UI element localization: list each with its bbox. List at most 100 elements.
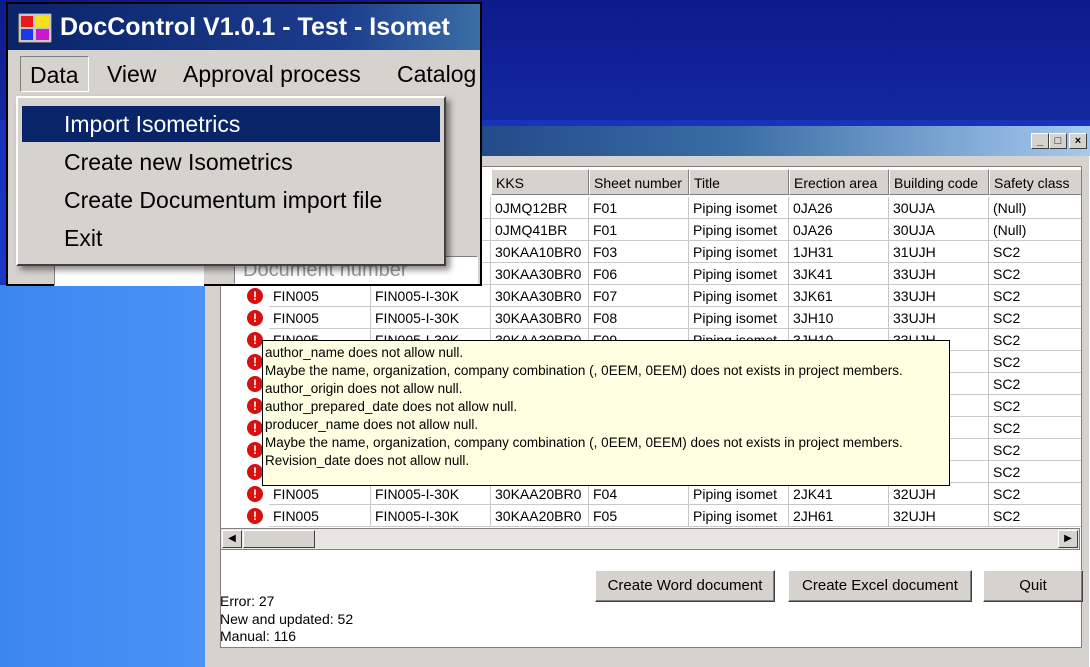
cell-safety-class: SC2 [989,263,1081,285]
menu-item-import-isometrics[interactable]: Import Isometrics [22,106,440,142]
doccontrol-window: DocControl V1.0.1 - Test - Isomet Data V… [6,2,482,286]
cell-title: Piping isomet [689,307,789,329]
cell-erection-area: 1JH31 [789,241,889,263]
error-icon: ! [247,310,263,326]
cell-building-code: 30UJA [889,197,989,219]
status-new-updated-count: New and updated: 52 [220,611,354,627]
cell-sheet-number: F07 [589,285,689,307]
cell-sheet-number: F08 [589,307,689,329]
error-icon: ! [247,442,263,458]
menu-catalog[interactable]: Catalog [388,56,485,92]
error-icon: ! [247,376,263,392]
menu-item-exit[interactable]: Exit [22,220,440,256]
quit-button[interactable]: Quit [983,570,1083,602]
cell-building-code: 31UJH [889,241,989,263]
error-icon: ! [247,486,263,502]
cell-kks: 30KAA30BR0 [491,263,589,285]
cell-building-code: 30UJA [889,219,989,241]
cell-erection-area: 0JA26 [789,197,889,219]
column-header-kks[interactable]: KKS [491,169,589,195]
cell-safety-class: SC2 [989,439,1081,461]
column-header-safety-class[interactable]: Safety class [989,169,1081,195]
cell-title: Piping isomet [689,263,789,285]
cell-erection-area: 3JK61 [789,285,889,307]
table-row[interactable]: ! FIN005 FIN005-I-30K 30KAA20BR0 F04 Piping i… [221,483,1081,505]
cell-title: Piping isomet [689,219,789,241]
cell-document: FIN005-I-30K [371,307,491,329]
cell-safety-class: SC2 [989,307,1081,329]
cell-erection-area: 3JH10 [789,307,889,329]
cell-erection-area: 2JH61 [789,505,889,527]
table-row[interactable]: ! FIN005 FIN005-I-30K 30KAA30BR0 F07 Piping i… [221,285,1081,307]
cell-safety-class: SC2 [989,483,1081,505]
cell-erection-area: 2JK41 [789,483,889,505]
scroll-right-icon[interactable]: ▶ [1058,530,1078,548]
cell-document: FIN005-I-30K [371,483,491,505]
cell-building-code: 32UJH [889,505,989,527]
cell-safety-class: SC2 [989,373,1081,395]
table-row[interactable]: ! FIN005 FIN005-I-30K 30KAA30BR0 F08 Piping i… [221,307,1081,329]
tooltip-line: author_name does not allow null. [265,345,464,360]
maximize-button[interactable]: □ [1049,133,1067,149]
close-button[interactable]: × [1069,133,1087,149]
cell-safety-class: SC2 [989,329,1081,351]
create-excel-document-button[interactable]: Create Excel document [788,570,972,602]
cell-building-code: 33UJH [889,263,989,285]
table-row[interactable]: ! FIN005 FIN005-I-30K 30KAA20BR0 F05 Piping i… [221,505,1081,527]
scroll-left-icon[interactable]: ◀ [222,530,242,548]
create-word-document-button[interactable]: Create Word document [595,570,775,602]
cell-title: Piping isomet [689,483,789,505]
cell-title: Piping isomet [689,241,789,263]
tooltip-line: Maybe the name, organization, company co… [265,363,903,378]
window-title: DocControl V1.0.1 - Test - Isomet [60,13,450,41]
cell-safety-class: SC2 [989,505,1081,527]
cell-title: Piping isomet [689,505,789,527]
menu-data[interactable]: Data [20,56,89,92]
cell-kks: 30KAA30BR0 [491,307,589,329]
cell-safety-class: SC2 [989,395,1081,417]
column-header-building-code[interactable]: Building code [889,169,989,195]
menu-bar: Data View Approval process Catalog [8,54,480,94]
app-logo-icon [18,13,52,43]
column-header-title[interactable]: Title [689,169,789,195]
cell-erection-area: 3JK41 [789,263,889,285]
error-icon: ! [247,332,263,348]
column-header-sheet-number[interactable]: Sheet number [589,169,689,195]
cell-sheet-number: F05 [589,505,689,527]
cell-sheet-number: F06 [589,263,689,285]
error-icon: ! [247,420,263,436]
menu-item-create-new-isometrics[interactable]: Create new Isometrics [22,144,440,180]
cell-erection-area: 0JA26 [789,219,889,241]
error-icon: ! [247,398,263,414]
cell-safety-class: SC2 [989,417,1081,439]
menu-item-create-documentum-import-file[interactable]: Create Documentum import file [22,182,440,218]
tooltip-line: author_origin does not allow null. [265,381,463,396]
cell-safety-class: SC2 [989,241,1081,263]
tooltip-line: Maybe the name, organization, company co… [265,435,903,450]
cell-sheet-number: F01 [589,219,689,241]
cell-building-code: 32UJH [889,483,989,505]
tooltip-line: Revision_date does not allow null. [265,453,470,468]
cell-safety-class: SC2 [989,351,1081,373]
cell-document: FIN005-I-30K [371,285,491,307]
menu-approval-process[interactable]: Approval process [174,56,370,92]
menu-view[interactable]: View [98,56,165,92]
cell-sheet-number: F03 [589,241,689,263]
doccontrol-titlebar[interactable]: DocControl V1.0.1 - Test - Isomet [8,4,480,50]
status-manual-count: Manual: 116 [220,628,297,644]
cell-building-code: 33UJH [889,307,989,329]
error-icon: ! [247,354,263,370]
status-error-count: Error: 27 [220,593,275,609]
error-icon: ! [247,464,263,480]
cell-id: FIN005 [269,505,371,527]
cell-id: FIN005 [269,285,371,307]
data-menu-dropdown: Import Isometrics Create new Isometrics … [16,96,446,266]
cell-safety-class: (Null) [989,197,1081,219]
cell-id: FIN005 [269,307,371,329]
error-icon: ! [247,508,263,524]
column-header-erection-area[interactable]: Erection area [789,169,889,195]
minimize-button[interactable]: _ [1031,133,1049,149]
cell-safety-class: (Null) [989,219,1081,241]
horizontal-scrollbar[interactable]: ◀ ▶ [220,528,1080,550]
scrollbar-thumb[interactable] [243,530,315,548]
